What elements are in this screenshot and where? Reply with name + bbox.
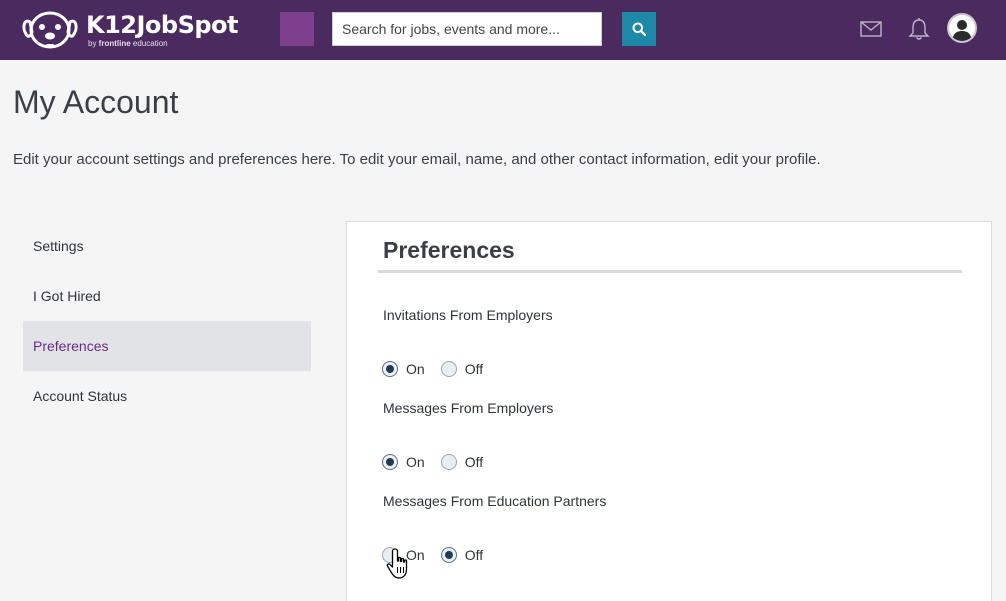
title-divider — [378, 270, 962, 273]
logo-byline-suffix: education — [130, 39, 168, 48]
notifications-button[interactable] — [908, 17, 930, 41]
sidebar-item-preferences[interactable]: Preferences — [23, 321, 311, 371]
user-silhouette-icon — [952, 20, 972, 41]
pref-label-invitations-from-employers: Invitations From Employers — [383, 307, 553, 323]
radio-on-label[interactable]: On — [406, 361, 425, 377]
search-icon — [632, 22, 646, 36]
radio-off-label[interactable]: Off — [465, 547, 483, 563]
radio-on[interactable] — [382, 454, 398, 470]
search-button[interactable] — [622, 12, 656, 46]
sidebar-item-i-got-hired[interactable]: I Got Hired — [23, 271, 311, 321]
logo-wordmark: K12JobSpot — [86, 11, 239, 39]
radio-off[interactable] — [440, 547, 457, 563]
radio-off[interactable] — [440, 361, 457, 377]
user-avatar[interactable] — [947, 13, 977, 43]
radio-on-label[interactable]: On — [406, 454, 425, 470]
sidebar-item-label: I Got Hired — [33, 288, 101, 304]
radio-on[interactable] — [382, 361, 398, 377]
pref-label-messages-from-education-partners: Messages From Education Partners — [383, 493, 607, 509]
radio-group-invitations-from-employers: On Off — [382, 359, 499, 379]
envelope-icon — [860, 21, 882, 37]
radio-off-label[interactable]: Off — [465, 454, 483, 470]
sidebar-item-label: Settings — [33, 238, 84, 254]
logo-byline: by frontline education — [88, 39, 168, 48]
messages-button[interactable] — [860, 18, 882, 40]
page-title: My Account — [13, 84, 179, 120]
sidebar-item-settings[interactable]: Settings — [23, 221, 311, 271]
logo-byline-prefix: by — [88, 39, 99, 48]
k12jobspot-logo[interactable]: K12JobSpot by frontline education — [22, 8, 239, 54]
sidebar-item-label: Account Status — [33, 388, 128, 404]
search-input[interactable] — [332, 12, 602, 46]
radio-group-messages-from-employers: On Off — [382, 452, 499, 472]
preferences-panel: Preferences Invitations From Employers O… — [346, 221, 992, 601]
preferences-title: Preferences — [383, 237, 515, 263]
hand-pointer-cursor-icon — [386, 548, 408, 579]
radio-off-label[interactable]: Off — [465, 361, 483, 377]
bell-icon — [908, 18, 930, 40]
sidebar-item-account-status[interactable]: Account Status — [23, 371, 311, 421]
pref-label-messages-from-employers: Messages From Employers — [383, 400, 554, 416]
accent-square[interactable] — [280, 12, 314, 46]
top-navigation-bar: K12JobSpot by frontline education — [0, 0, 1006, 60]
sidebar-item-label: Preferences — [33, 338, 109, 354]
radio-off[interactable] — [440, 454, 457, 470]
logo-byline-brand: frontline — [98, 39, 131, 48]
page-description: Edit your account settings and preferenc… — [13, 151, 821, 168]
dog-logo-icon — [22, 11, 78, 49]
